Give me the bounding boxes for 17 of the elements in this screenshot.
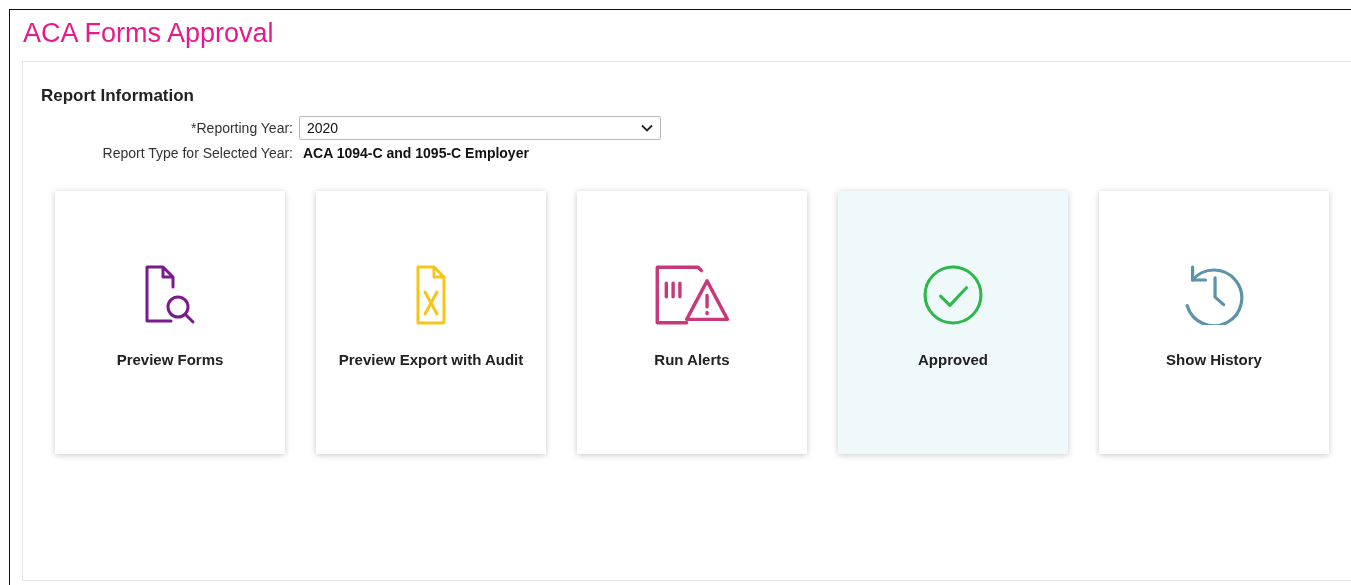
tile-label: Approved	[918, 351, 988, 368]
tile-label: Show History	[1166, 351, 1262, 368]
action-tile[interactable]: Show History	[1099, 191, 1329, 454]
chevron-down-icon	[641, 124, 653, 132]
field-label: *Reporting Year:	[190, 120, 293, 136]
action-tile[interactable]: Approved	[838, 191, 1068, 454]
report-type-value: ACA 1094-C and 1095-C Employer	[303, 145, 529, 161]
tile-label: Preview Forms	[116, 351, 224, 368]
page-title: ACA Forms Approval	[23, 18, 275, 49]
action-tile[interactable]: Run Alerts	[577, 191, 807, 454]
action-tile[interactable]: Preview Forms	[55, 191, 285, 454]
action-tile[interactable]: Preview Export with Audit	[316, 191, 546, 454]
section-heading: Report Information	[41, 86, 195, 106]
reporting-year-dropdown[interactable]: 2020	[299, 116, 661, 140]
tile-label: Preview Export with Audit	[338, 351, 524, 368]
tile-label: Run Alerts	[654, 351, 730, 368]
field-label: Report Type for Selected Year:	[101, 145, 293, 161]
